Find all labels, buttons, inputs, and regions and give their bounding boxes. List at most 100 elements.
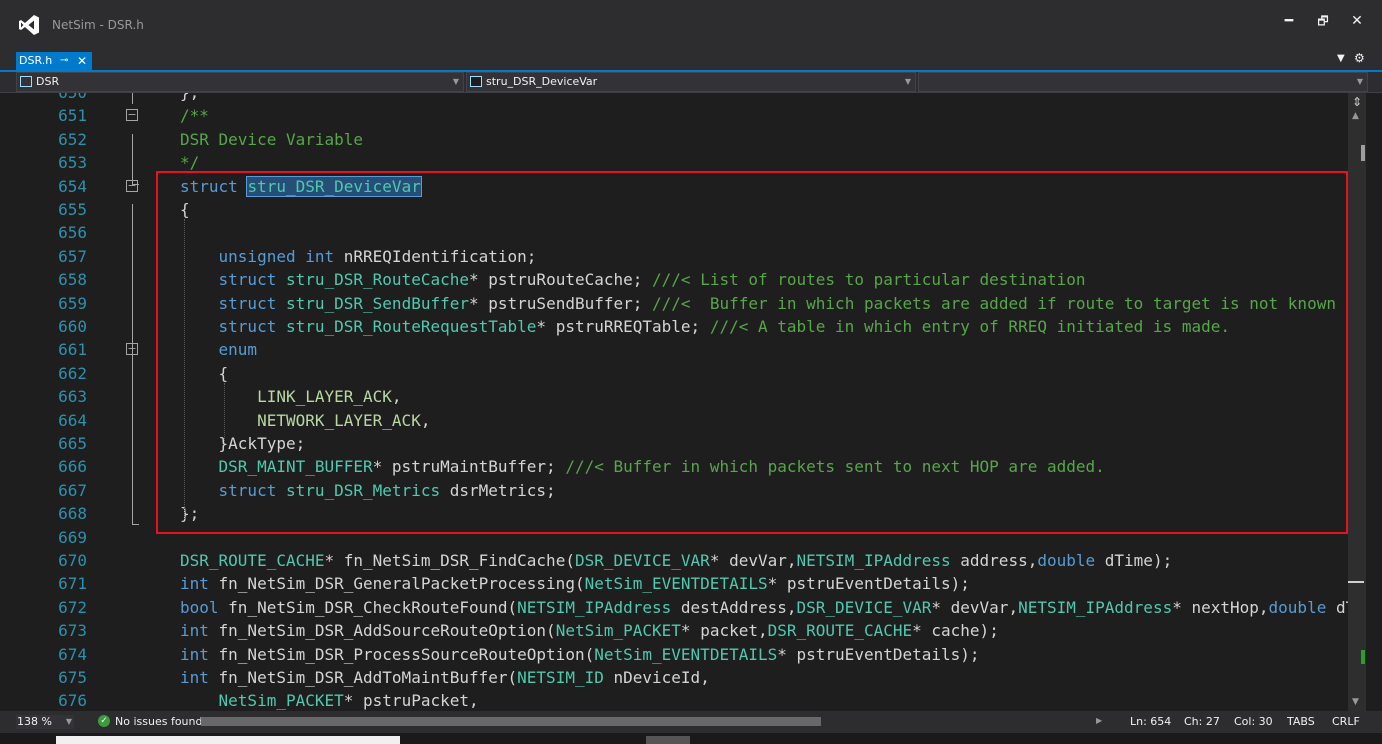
line-number: 662 [58,363,87,383]
code-line[interactable]: 670 DSR_ROUTE_CACHE* fn_NetSim_DSR_FindCa… [16,549,1348,572]
indent-mode-status[interactable]: TABS [1287,715,1315,728]
line-number: 671 [58,574,87,594]
code-line[interactable]: 674 int fn_NetSim_DSR_ProcessSourceRouteO… [16,643,1348,666]
line-number: 675 [58,668,87,687]
code-token: * cache); [912,621,999,641]
vertical-scrollbar[interactable]: ⇕ ▲ ▼ [1348,93,1366,711]
code-token: address, [950,551,1038,570]
line-number: 673 [58,621,87,641]
code-line[interactable]: 651 − /** [16,104,1348,127]
collapse-icon[interactable]: − [126,109,138,122]
line-ending-status[interactable]: CRLF [1332,715,1360,728]
code-token: DSR_ROUTE_CACHE [767,621,913,641]
code-token: NETSIM_IPAddress [796,551,951,570]
line-number: 664 [58,410,87,430]
chevron-down-icon: ▼ [452,77,459,86]
tab-dsr-h[interactable]: DSR.h ⊸ ✕ [16,52,92,70]
title-bar: NetSim - DSR.h ━ 🗗 ✕ [0,0,1382,48]
struct-icon [470,76,482,87]
highlight-box [156,171,1348,534]
line-number: 668 [58,504,87,524]
code-text: int fn_NetSim_DSR_AddToMaintBuffer(NETSI… [180,666,710,689]
line-number: 654 [58,176,87,196]
window-title: NetSim - DSR.h [52,18,144,32]
code-text: DSR_ROUTE_CACHE* fn_NetSim_DSR_FindCache… [180,549,1172,572]
chevron-down-icon: ▼ [1356,77,1363,86]
issues-indicator[interactable]: No issues found [115,715,202,728]
line-number: 659 [58,293,87,313]
code-token: fn_NetSim_DSR_GeneralPacketProcessing( [218,574,585,594]
line-number: 669 [58,527,87,547]
horizontal-scroll-thumb[interactable] [201,717,821,726]
code-line[interactable]: 671 int fn_NetSim_DSR_GeneralPacketProces… [16,572,1348,595]
fold-region-line [132,134,133,184]
line-number: 661 [58,340,87,360]
caret-position-marker [1348,581,1364,583]
chevron-down-icon: ▼ [904,77,911,86]
code-line[interactable]: 672 bool fn_NetSim_DSR_CheckRouteFound(NE… [16,596,1348,619]
split-editor-icon[interactable]: ⇕ [1352,95,1362,109]
navigation-bar: DSR ▼ stru_DSR_DeviceVar ▼ ▼ [0,72,1382,93]
zoom-value: 138 % [17,715,52,728]
code-token: dTime); [1095,551,1173,570]
tab-label: DSR.h [19,54,53,67]
close-tab-icon[interactable]: ✕ [77,52,87,70]
code-token: fn_NetSim_DSR_AddToMaintBuffer( [218,668,518,687]
close-window-button[interactable]: ✕ [1342,10,1372,32]
code-text: bool fn_NetSim_DSR_CheckRouteFound(NETSI… [180,596,1348,619]
fold-region-end [132,184,139,185]
scroll-thumb[interactable] [1361,145,1365,161]
code-token: }; [180,93,199,102]
code-text: DSR Device Variable [180,128,363,151]
code-token: /** [180,106,209,126]
document-tab-row: DSR.h ⊸ ✕ ▼ ⚙ [0,48,1382,70]
code-token: destAddress, [671,597,797,617]
fold-region-line [132,93,133,104]
code-token: NetSim_EVENTDETAILS [584,574,768,594]
project-dropdown-value: DSR [36,75,60,88]
change-marker [1361,650,1365,664]
pin-tab-icon[interactable]: ⊸ [60,52,68,70]
project-icon [20,76,32,87]
scroll-up-icon[interactable]: ▲ [1352,111,1359,121]
line-number: 676 [58,691,87,711]
code-token: * fn_NetSim_DSR_FindCache( [324,551,575,570]
code-token: int [180,668,219,687]
scroll-right-icon[interactable]: ▶ [1096,716,1102,725]
code-line[interactable]: 673 int fn_NetSim_DSR_AddSourceRouteOptio… [16,619,1348,642]
code-text: int fn_NetSim_DSR_AddSourceRouteOption(N… [180,619,999,642]
code-token: * packet, [680,621,768,641]
line-number: 670 [58,551,87,570]
zoom-dropdown[interactable]: 138 % ▼ [16,715,74,729]
code-text: /** [180,104,209,127]
taskbar-item [646,736,690,744]
maximize-button[interactable]: 🗗 [1308,10,1338,32]
code-token: double [1268,597,1327,617]
code-token: fn_NetSim_DSR_AddSourceRouteOption( [218,621,556,641]
line-number: 652 [58,129,87,149]
code-line[interactable]: 676 NetSim_PACKET* pstruPacket, [16,689,1348,711]
code-line[interactable]: 652 DSR Device Variable [16,128,1348,151]
char-status: Ch: 27 [1184,715,1220,728]
member-dropdown[interactable]: ▼ [918,72,1368,92]
code-token: NETSIM_IPAddress [1018,597,1173,617]
code-line[interactable]: 650}; [16,93,1348,104]
minimize-button[interactable]: ━ [1274,10,1304,32]
code-token: NETSIM_ID [517,668,604,687]
project-dropdown[interactable]: DSR ▼ [16,72,464,92]
line-number: 663 [58,387,87,407]
code-token: NetSim_PACKET [555,621,681,641]
code-text: int fn_NetSim_DSR_GeneralPacketProcessin… [180,572,970,595]
line-number: 666 [58,457,87,477]
tab-list-dropdown-icon[interactable]: ▼ [1337,53,1345,64]
scope-dropdown[interactable]: stru_DSR_DeviceVar ▼ [466,72,916,92]
line-number: 667 [58,480,87,500]
gear-icon[interactable]: ⚙ [1354,51,1365,65]
code-text: }; [180,93,199,104]
code-token: bool [180,597,229,617]
scroll-down-icon[interactable]: ▼ [1352,697,1359,707]
code-token: DSR_DEVICE_VAR [796,597,932,617]
code-line[interactable]: 675 int fn_NetSim_DSR_AddToMaintBuffer(NE… [16,666,1348,689]
code-text: NetSim_PACKET* pstruPacket, [180,689,479,711]
